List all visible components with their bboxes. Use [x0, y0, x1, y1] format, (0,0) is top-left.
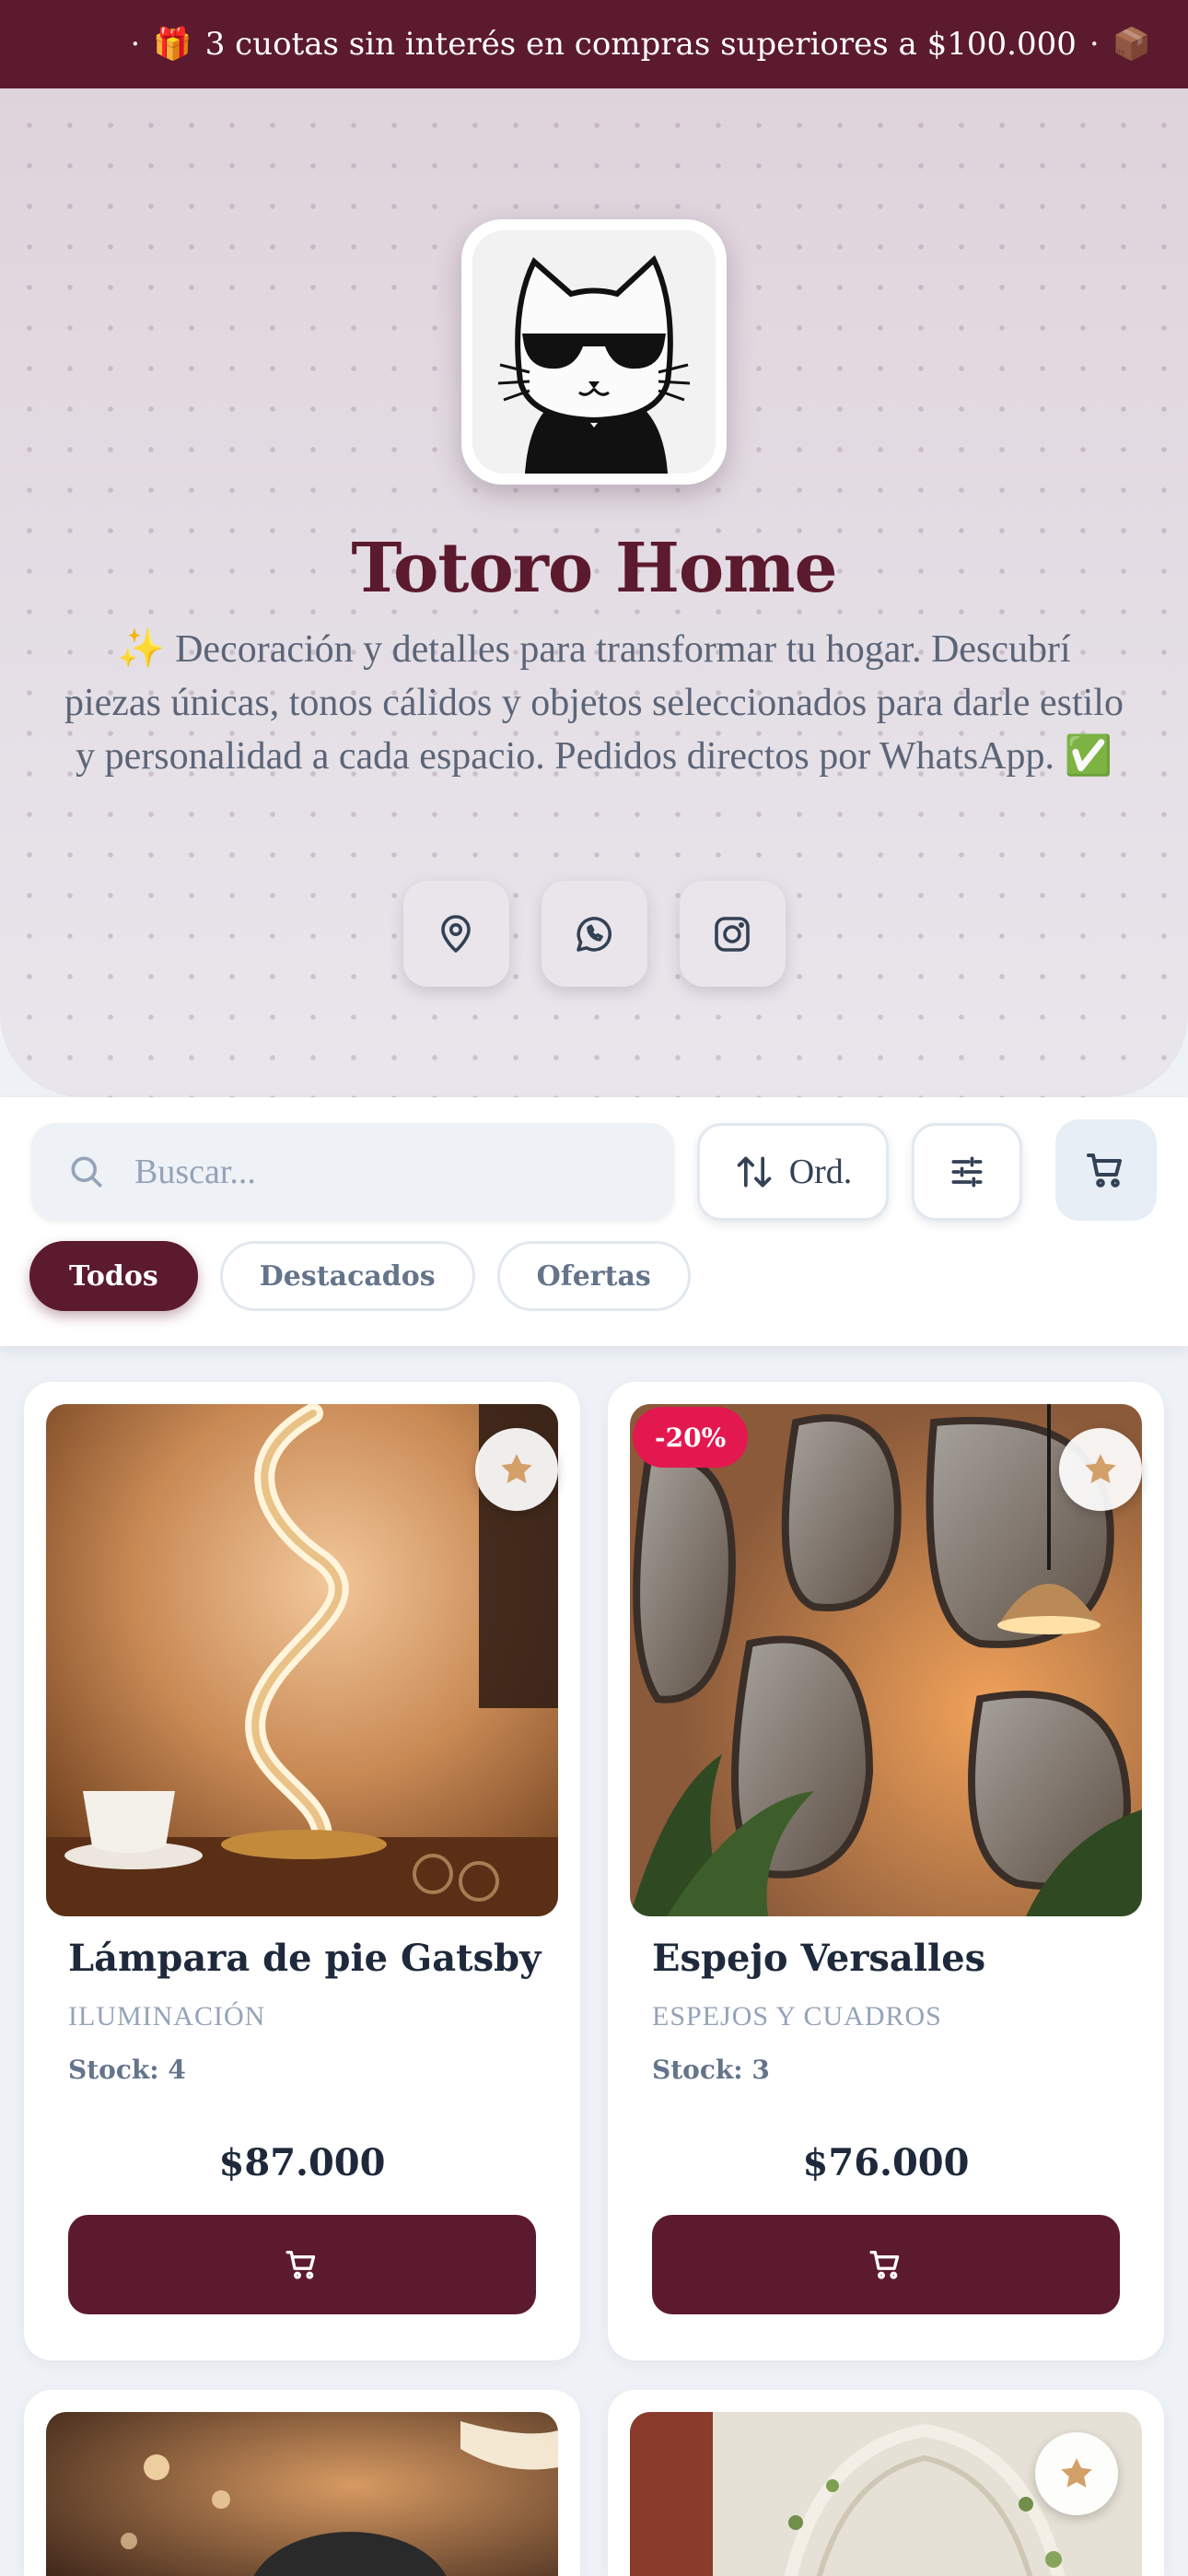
product-image[interactable]	[46, 2412, 558, 2576]
favorite-button[interactable]	[1059, 1428, 1142, 1511]
lamp-image	[46, 2412, 558, 2576]
chip-destacados[interactable]: Destacados	[219, 1241, 475, 1311]
announcement-text: 3 cuotas sin interés en compras superior…	[204, 26, 1077, 63]
instagram-button[interactable]	[679, 881, 786, 987]
gift-icon: 🎁	[153, 26, 192, 63]
store-header: Totoro Home ✨ Decoración y detalles para…	[0, 88, 1188, 1097]
search-icon	[71, 1156, 102, 1188]
cart-icon	[1087, 1153, 1122, 1188]
store-description: ✨ Decoración y detalles para transformar…	[64, 628, 1124, 778]
location-button[interactable]	[402, 881, 509, 987]
product-card[interactable]: -20% Espejo Versalles ESPEJOS Y CUADROS …	[608, 1382, 1164, 2360]
add-to-cart-button[interactable]	[652, 2215, 1120, 2314]
separator: ·	[130, 26, 141, 63]
category-filter-chips: Todos Destacados Ofertas	[29, 1241, 691, 1311]
star-icon	[501, 1454, 532, 1483]
product-stock: Stock: 3	[652, 2055, 770, 2085]
discount-badge: -20%	[633, 1407, 749, 1468]
add-to-cart-button[interactable]	[68, 2215, 536, 2314]
favorite-button[interactable]	[475, 1428, 558, 1511]
catalog-toolbar: Buscar... Ord. Todos Destacados Ofertas	[0, 1097, 1188, 1346]
store-name: Totoro Home	[351, 529, 837, 608]
product-stock: Stock: 4	[68, 2055, 186, 2085]
sliders-icon	[951, 1156, 983, 1188]
product-card[interactable]	[608, 2390, 1164, 2576]
cart-icon	[285, 2251, 316, 2279]
separator: ·	[1089, 26, 1100, 63]
store-logo	[461, 219, 727, 485]
product-card[interactable]	[24, 2390, 580, 2576]
cart-icon	[869, 2251, 900, 2279]
sort-label: Ord.	[788, 1153, 853, 1191]
star-icon	[1061, 2458, 1092, 2488]
package-icon: 📦	[1112, 26, 1151, 63]
filter-button[interactable]	[912, 1123, 1022, 1221]
social-links	[0, 881, 1188, 987]
whatsapp-icon	[577, 916, 611, 952]
product-name: Espejo Versalles	[652, 1937, 986, 1980]
search-placeholder: Buscar...	[134, 1153, 256, 1191]
star-icon	[1085, 1454, 1116, 1483]
search-input[interactable]: Buscar...	[31, 1123, 674, 1221]
sort-button[interactable]: Ord.	[697, 1123, 889, 1221]
chip-todos[interactable]: Todos	[29, 1241, 198, 1311]
product-price: $87.000	[218, 2141, 386, 2184]
chip-ofertas[interactable]: Ofertas	[496, 1241, 691, 1311]
product-name: Lámpara de pie Gatsby	[68, 1937, 542, 1980]
product-card[interactable]: Lámpara de pie Gatsby ILUMINACIÓN Stock:…	[24, 1382, 580, 2360]
instagram-icon	[715, 916, 750, 952]
sort-arrows-icon	[737, 1156, 772, 1188]
cat-logo-icon	[497, 255, 691, 474]
product-category: ILUMINACIÓN	[68, 2001, 266, 2032]
cart-button[interactable]	[1055, 1119, 1157, 1221]
favorite-button[interactable]	[1035, 2432, 1118, 2515]
product-category: ESPEJOS Y CUADROS	[652, 2001, 942, 2032]
whatsapp-button[interactable]	[541, 881, 647, 987]
map-pin-icon	[441, 914, 471, 953]
product-price: $76.000	[802, 2141, 970, 2184]
announcement-bar: · 🎁 3 cuotas sin interés en compras supe…	[0, 0, 1188, 88]
